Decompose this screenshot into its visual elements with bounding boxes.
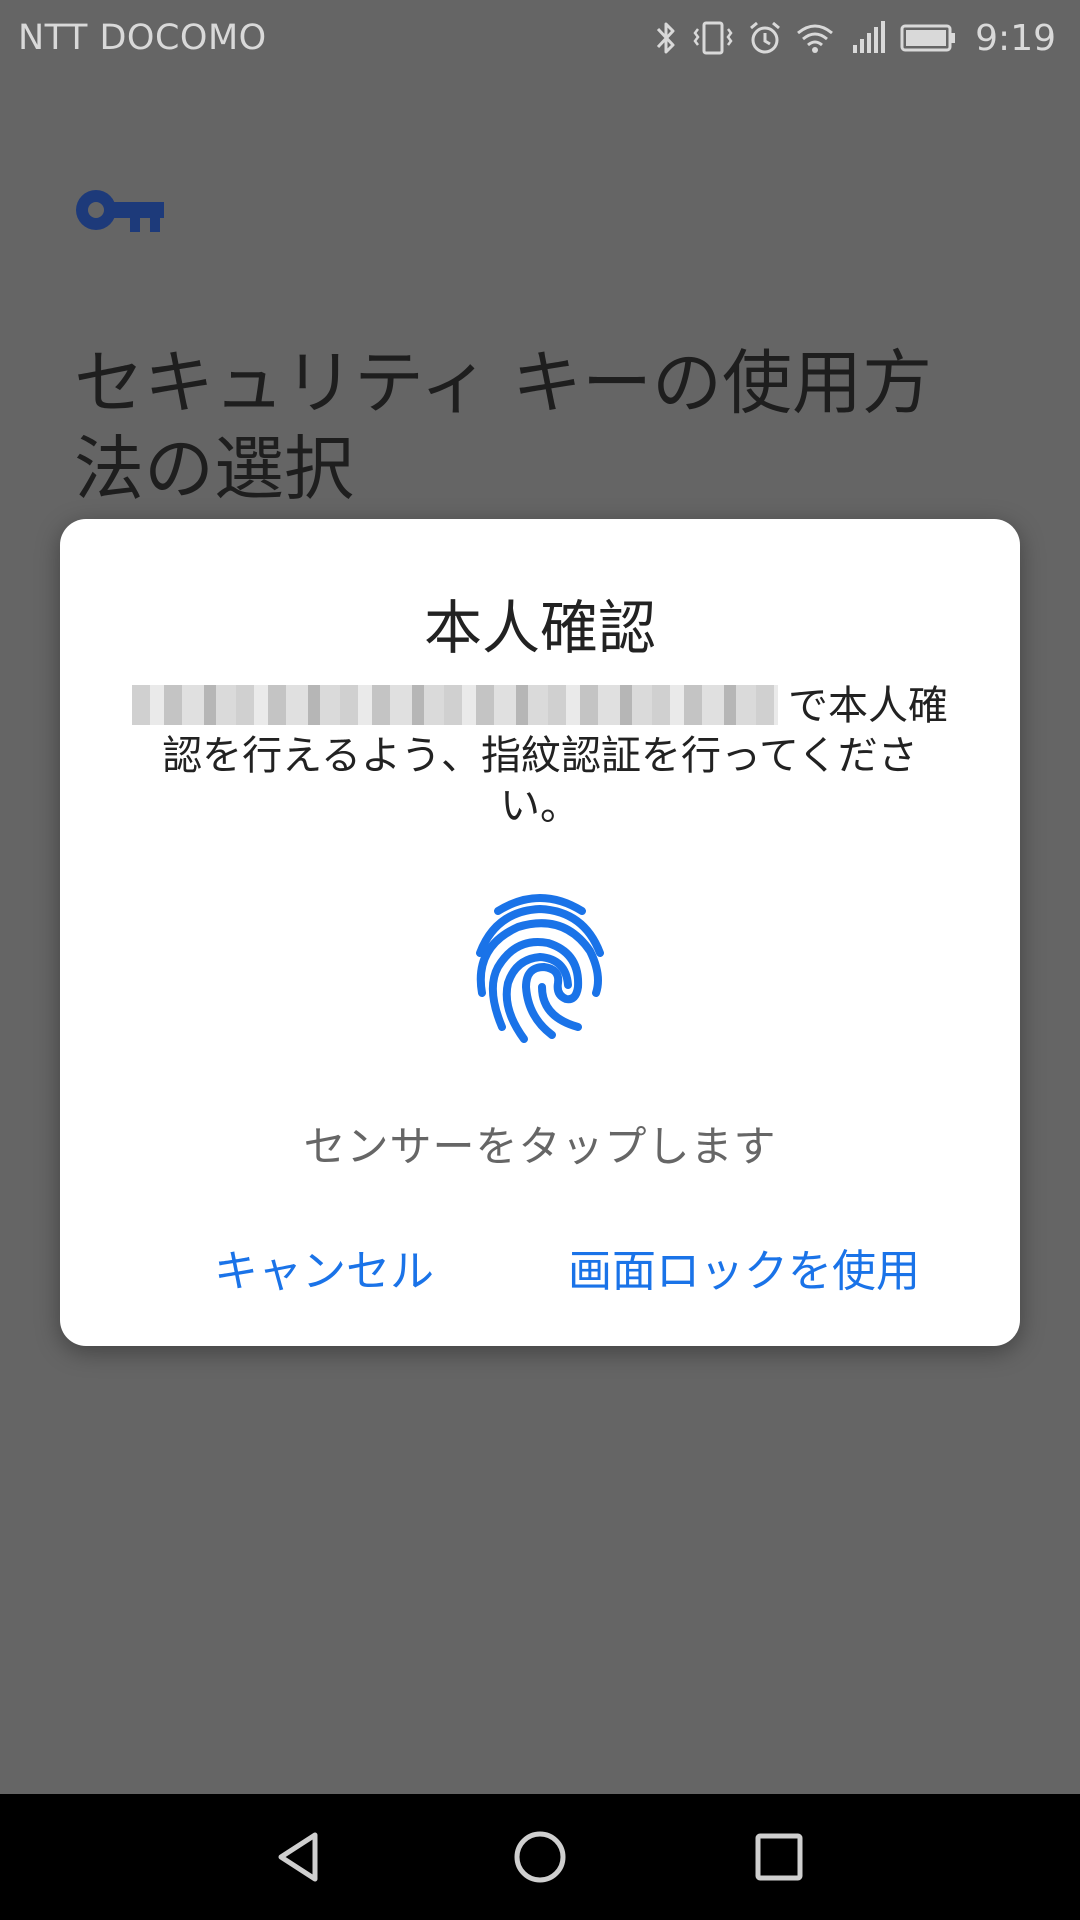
fingerprint-icon (476, 894, 604, 1043)
use-screen-lock-button[interactable]: 画面ロックを使用 (562, 1225, 926, 1309)
vibrate-icon (693, 21, 733, 55)
clock: 9:19 (975, 17, 1056, 59)
bluetooth-icon (657, 22, 675, 54)
status-bar: NTT DOCOMO 9:19 (0, 0, 1080, 76)
recent-apps-button[interactable] (746, 1824, 812, 1890)
biometric-dialog: 本人確認 で本人確認を行えるよう、指紋認証を行ってください。 センサーをタップし… (60, 519, 1020, 1346)
home-button[interactable] (507, 1824, 573, 1890)
page-title: セキュリティ キーの使用方法の選択 (74, 342, 933, 510)
back-icon (278, 1832, 318, 1882)
home-icon (514, 1831, 566, 1883)
status-icons: 9:19 (653, 18, 1056, 59)
dialog-message: で本人確認を行えるよう、指紋認証を行ってください。 (128, 681, 952, 831)
key-icon (76, 190, 164, 232)
signal-icon (853, 21, 886, 53)
wifi-icon (797, 24, 834, 53)
redacted-text (132, 685, 778, 725)
navigation-bar (0, 1794, 1080, 1920)
alarm-icon (750, 21, 781, 54)
battery-icon (900, 24, 956, 52)
dialog-title: 本人確認 (423, 594, 656, 662)
cancel-button[interactable]: キャンセル (208, 1225, 440, 1309)
recent-apps-icon (755, 1833, 803, 1881)
screen: NTT DOCOMO 9:19 セキュリティ キーの使用方法の選択 本人確認 で… (0, 0, 1080, 1920)
carrier-name: NTT DOCOMO (18, 18, 267, 58)
back-button[interactable] (266, 1824, 332, 1890)
sensor-hint: センサーをタップします (303, 1122, 777, 1171)
